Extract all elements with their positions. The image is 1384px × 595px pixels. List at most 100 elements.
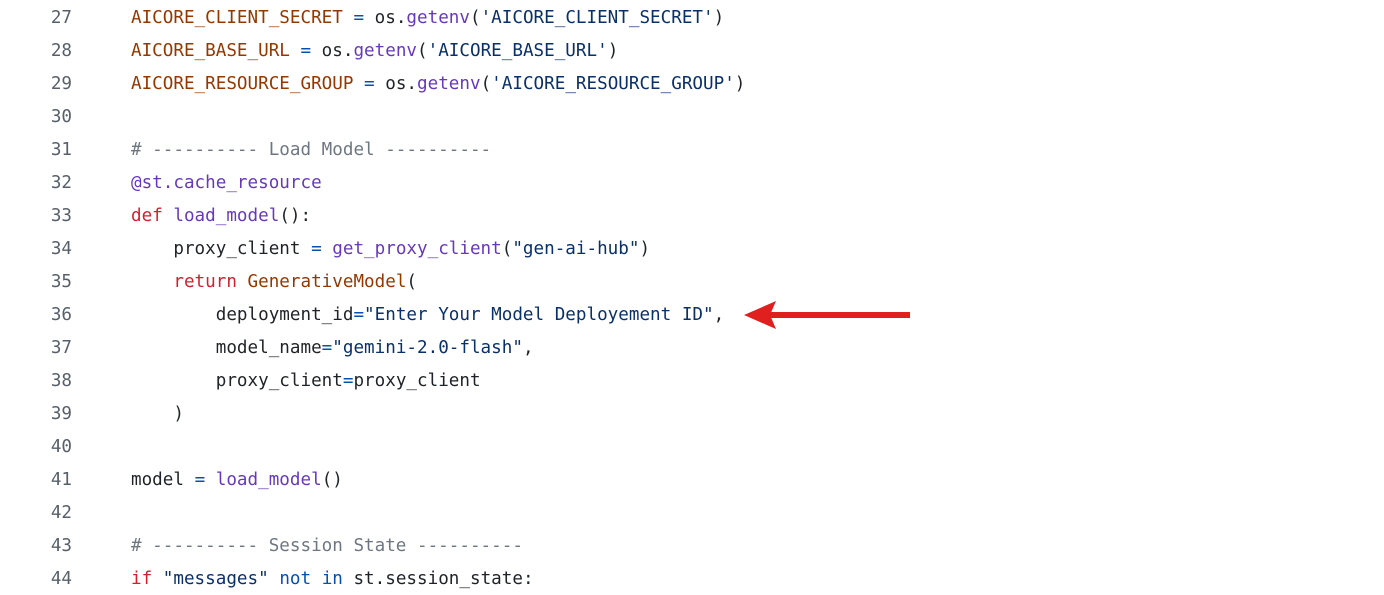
- code-line: 36 deployment_id="Enter Your Model Deplo…: [0, 298, 1384, 331]
- code-line: 30: [0, 100, 1384, 133]
- code-line: 41 model = load_model(): [0, 463, 1384, 496]
- line-number[interactable]: 29: [0, 74, 72, 94]
- arrow-shaft: [768, 312, 910, 318]
- code-token: get_proxy_client: [332, 238, 502, 259]
- code-line: 40: [0, 430, 1384, 463]
- line-number[interactable]: 27: [0, 8, 72, 28]
- code-token: def: [131, 205, 163, 226]
- line-number[interactable]: 43: [0, 536, 72, 556]
- code-token: (: [469, 7, 481, 28]
- code-token: 'AICORE_RESOURCE_GROUP': [491, 73, 735, 94]
- code-token: proxy_client: [353, 370, 481, 391]
- code-token: in: [321, 568, 343, 589]
- code-token: ): [131, 403, 184, 424]
- line-code: def load_model():: [131, 206, 311, 226]
- code-token: (: [417, 40, 428, 61]
- code-token: (: [480, 73, 492, 94]
- code-token: (: [501, 238, 513, 259]
- line-code: AICORE_RESOURCE_GROUP = os.getenv('AICOR…: [131, 74, 745, 94]
- code-token: os.: [374, 73, 418, 94]
- code-line: 28 AICORE_BASE_URL = os.getenv('AICORE_BA…: [0, 34, 1384, 67]
- code-token: AICORE_RESOURCE_GROUP: [131, 73, 354, 94]
- line-code: @st.cache_resource: [131, 173, 322, 193]
- line-code: return GenerativeModel(: [131, 272, 417, 292]
- code-token: 'AICORE_BASE_URL': [427, 40, 608, 61]
- code-token: "Enter Your Model Deployement ID": [364, 304, 714, 325]
- line-code: AICORE_BASE_URL = os.getenv('AICORE_BASE…: [131, 41, 618, 61]
- code-token: GenerativeModel: [247, 271, 407, 292]
- code-token: proxy_client: [131, 238, 312, 259]
- red-arrow-annotation: [744, 301, 910, 329]
- code-token: "messages": [162, 568, 269, 589]
- code-line: 32 @st.cache_resource: [0, 166, 1384, 199]
- code-token: # ---------- Load Model ----------: [131, 139, 492, 160]
- code-token: os.: [364, 7, 407, 28]
- line-number[interactable]: 41: [0, 470, 72, 490]
- line-code: # ---------- Load Model ----------: [131, 140, 491, 160]
- line-number[interactable]: 36: [0, 305, 72, 325]
- code-token: (): [321, 469, 343, 490]
- line-number[interactable]: 40: [0, 437, 72, 457]
- code-token: AICORE_CLIENT_SECRET: [131, 7, 343, 28]
- line-number[interactable]: 44: [0, 569, 72, 589]
- code-token: model: [131, 469, 195, 490]
- code-line: 37 model_name="gemini-2.0-flash",: [0, 331, 1384, 364]
- line-code: proxy_client=proxy_client: [131, 371, 481, 391]
- code-line: 38 proxy_client=proxy_client: [0, 364, 1384, 397]
- code-token: =: [311, 238, 322, 259]
- line-number[interactable]: 42: [0, 503, 72, 523]
- code-token: =: [353, 304, 365, 325]
- line-number[interactable]: 30: [0, 107, 72, 127]
- code-token: AICORE_BASE_URL: [131, 40, 290, 61]
- code-line: 42: [0, 496, 1384, 529]
- line-number[interactable]: 33: [0, 206, 72, 226]
- line-number[interactable]: 37: [0, 338, 72, 358]
- code-line: 44 if "messages" not in st.session_state:: [0, 562, 1384, 595]
- code-token: (: [406, 271, 418, 292]
- code-token: ): [639, 238, 651, 259]
- code-view: 27 AICORE_CLIENT_SECRET = os.getenv('AICO…: [0, 0, 1384, 592]
- line-number[interactable]: 31: [0, 140, 72, 160]
- line-code: model = load_model(): [131, 470, 343, 490]
- code-token: =: [353, 7, 365, 28]
- code-token: ): [607, 40, 619, 61]
- code-token: =: [321, 337, 333, 358]
- code-token: "gen-ai-hub": [512, 238, 640, 259]
- code-token: =: [364, 73, 375, 94]
- code-token: load_model: [173, 205, 280, 226]
- code-token: "gemini-2.0-flash": [332, 337, 523, 358]
- line-code: proxy_client = get_proxy_client("gen-ai-…: [131, 239, 650, 259]
- code-line: 31 # ---------- Load Model ----------: [0, 133, 1384, 166]
- code-line: 27 AICORE_CLIENT_SECRET = os.getenv('AICO…: [0, 1, 1384, 34]
- code-token: =: [194, 469, 206, 490]
- line-code: if "messages" not in st.session_state:: [131, 569, 534, 589]
- line-number[interactable]: 38: [0, 371, 72, 391]
- code-token: proxy_client: [131, 370, 343, 391]
- line-code: model_name="gemini-2.0-flash",: [131, 338, 534, 358]
- code-token: =: [342, 370, 354, 391]
- line-number[interactable]: 39: [0, 404, 72, 424]
- code-token: ():: [279, 205, 312, 226]
- code-token: @st.cache_resource: [131, 172, 322, 193]
- line-number[interactable]: 28: [0, 41, 72, 61]
- line-number[interactable]: 35: [0, 272, 72, 292]
- line-code: ): [131, 404, 184, 424]
- code-token: getenv: [417, 73, 481, 94]
- code-token: ,: [713, 304, 725, 325]
- code-line: 33 def load_model():: [0, 199, 1384, 232]
- code-line: 35 return GenerativeModel(: [0, 265, 1384, 298]
- line-number[interactable]: 32: [0, 173, 72, 193]
- line-number[interactable]: 34: [0, 239, 72, 259]
- code-token: st.session_state:: [342, 568, 534, 589]
- code-token: ): [713, 7, 725, 28]
- line-code: AICORE_CLIENT_SECRET = os.getenv('AICORE…: [131, 8, 724, 28]
- code-line: 29 AICORE_RESOURCE_GROUP = os.getenv('AIC…: [0, 67, 1384, 100]
- code-token: =: [300, 40, 312, 61]
